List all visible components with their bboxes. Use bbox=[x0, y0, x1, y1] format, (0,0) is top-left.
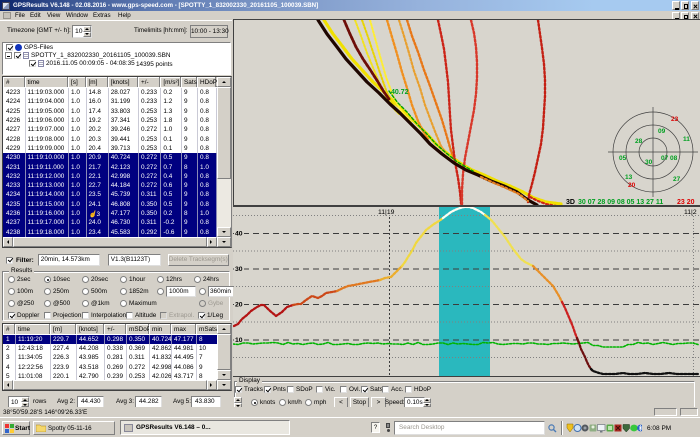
svg-text:08: 08 bbox=[670, 155, 678, 162]
svg-text:13: 13 bbox=[625, 174, 633, 181]
svg-text:20: 20 bbox=[628, 182, 636, 189]
svg-text:28: 28 bbox=[635, 138, 643, 145]
svg-text:40.72: 40.72 bbox=[391, 89, 409, 96]
svg-text:30: 30 bbox=[645, 159, 653, 166]
svg-text:27: 27 bbox=[673, 176, 681, 183]
svg-text:40: 40 bbox=[235, 231, 243, 238]
svg-text:09: 09 bbox=[658, 128, 666, 135]
svg-text:30: 30 bbox=[235, 266, 243, 273]
svg-text:11|2: 11|2 bbox=[684, 209, 697, 216]
svg-text:20: 20 bbox=[235, 302, 243, 309]
svg-text:11|19: 11|19 bbox=[378, 209, 395, 216]
svg-text:07: 07 bbox=[661, 155, 669, 162]
svg-text:05: 05 bbox=[619, 155, 627, 162]
svg-text:11: 11 bbox=[683, 136, 690, 143]
svg-text:23: 23 bbox=[671, 116, 679, 123]
